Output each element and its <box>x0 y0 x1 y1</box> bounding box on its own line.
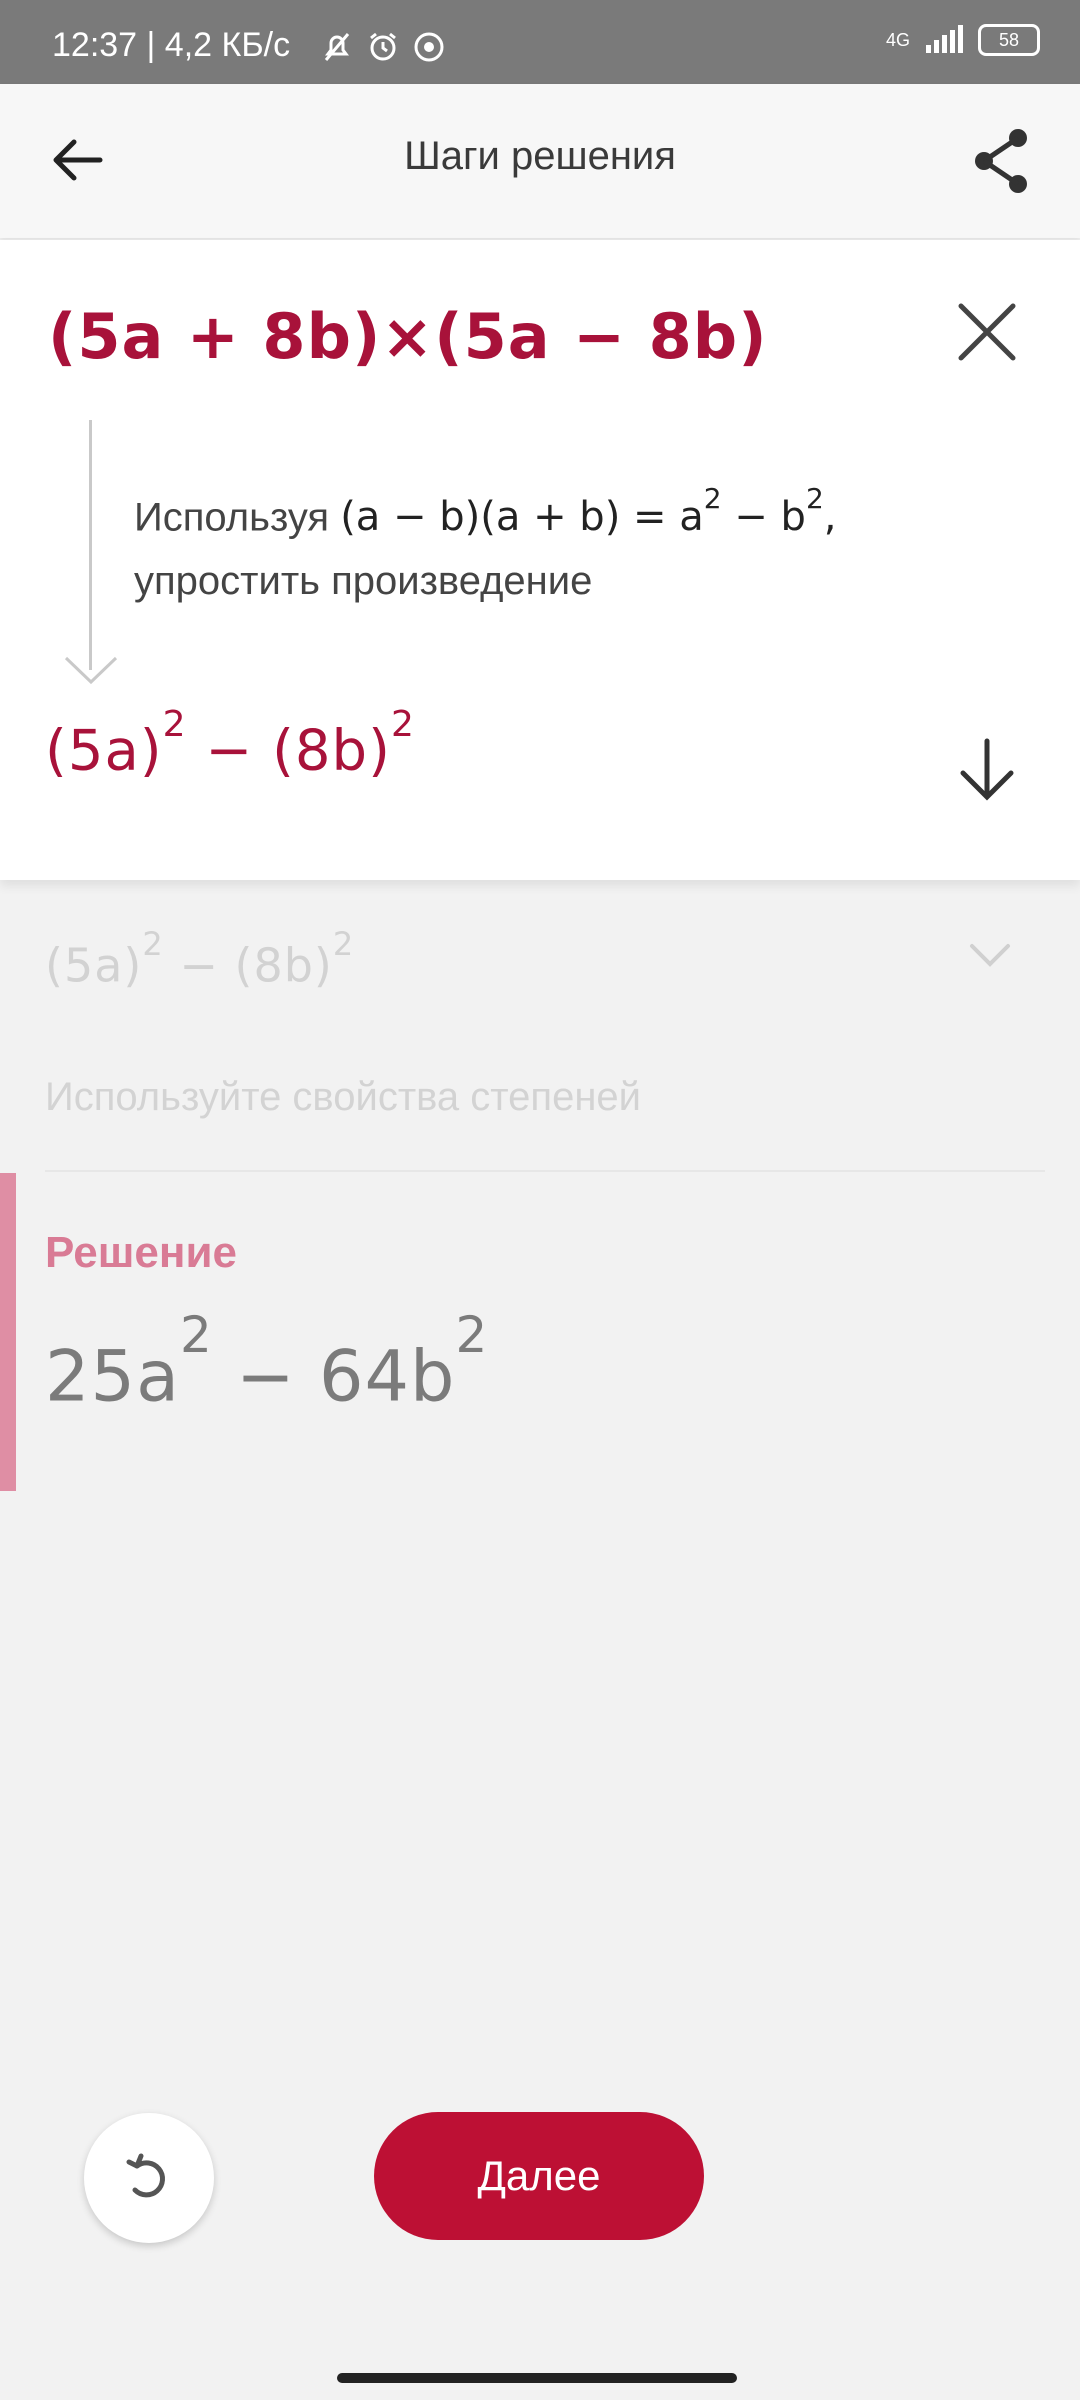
share-icon[interactable] <box>970 126 1034 196</box>
next-expr-b: (8b) <box>234 938 333 993</box>
result-sup-2: 2 <box>390 704 415 745</box>
formula: (a − b)(a + b) = a2 − b2, <box>340 482 837 541</box>
battery-icon: 58 <box>978 24 1040 56</box>
bell-off-icon <box>324 33 350 61</box>
app-toolbar: Шаги решения <box>0 84 1080 238</box>
page-title: Шаги решения <box>404 134 676 178</box>
network-label: 4G <box>885 29 910 50</box>
next-expr-minus: − <box>163 938 235 993</box>
signal-icon <box>926 25 963 53</box>
formula-mid: − b <box>721 494 806 541</box>
solution-label: Решение <box>45 1228 237 1277</box>
close-icon[interactable] <box>955 300 1019 364</box>
result-a: (5a) <box>45 718 163 784</box>
solution-part-1: 25a <box>45 1335 180 1418</box>
next-expr-sup-2: 2 <box>332 925 355 963</box>
arrow-down-button-icon[interactable] <box>955 735 1019 805</box>
formula-suffix: , <box>823 494 837 541</box>
undo-icon <box>126 2153 165 2198</box>
formula-main: (a − b)(a + b) = a <box>340 494 704 541</box>
solution-sup-1: 2 <box>179 1306 213 1364</box>
result-minus: − <box>186 718 273 784</box>
status-bar: 12:37 | 4,2 КБ/с 4G 58 <box>0 0 1080 84</box>
next-step-expression[interactable]: (5a)2 − (8b)2 <box>45 925 354 993</box>
next-step-description: Используйте свойства степеней <box>45 1075 641 1119</box>
step-guide-line <box>89 420 92 670</box>
formula-sup-2: 2 <box>805 482 824 515</box>
status-time: 12:37 | 4,2 КБ/с <box>52 26 291 64</box>
browser-icon <box>414 32 444 62</box>
result-sup-1: 2 <box>162 704 187 745</box>
explain-line-2: упростить произведение <box>134 559 593 604</box>
next-expr-sup-1: 2 <box>142 925 164 963</box>
solution-minus: − <box>212 1335 319 1418</box>
gesture-navigation-bar[interactable] <box>337 2373 737 2383</box>
step-expression: (5a + 8b)×(5a − 8b) <box>48 300 768 373</box>
result-b: (8b) <box>272 718 391 784</box>
status-icons <box>320 30 446 64</box>
alarm-icon <box>370 32 396 61</box>
step-explanation: Используя (a − b)(a + b) = a2 − b2, упро… <box>134 475 894 613</box>
next-button[interactable]: Далее <box>374 2112 704 2240</box>
solution-part-2: 64b <box>318 1335 456 1418</box>
undo-button[interactable] <box>84 2113 214 2243</box>
formula-sup-1: 2 <box>703 482 722 515</box>
status-right: 4G 58 <box>886 24 1040 56</box>
explain-prefix: Используя <box>134 495 330 540</box>
solution-accent-bar <box>0 1173 16 1491</box>
chevron-down-icon[interactable] <box>968 940 1012 970</box>
solution-sup-2: 2 <box>455 1306 489 1364</box>
solution-expression: 25a2 − 64b2 <box>45 1306 488 1418</box>
divider <box>45 1170 1045 1172</box>
step-result: (5a)2 − (8b)2 <box>45 704 415 784</box>
arrow-down-icon <box>64 656 118 685</box>
next-expr-a: (5a) <box>45 938 143 993</box>
step-card: (5a + 8b)×(5a − 8b) Используя (a − b)(a … <box>0 240 1080 880</box>
